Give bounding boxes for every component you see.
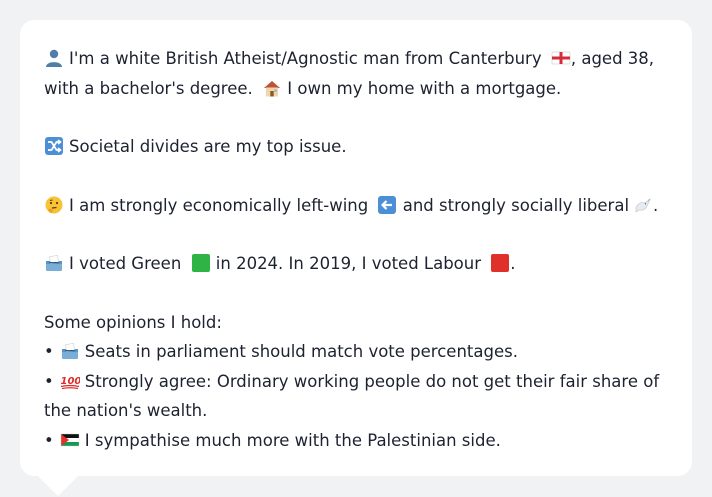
person-icon [44, 48, 64, 68]
ideology-paragraph: I am strongly economically left-wing and… [44, 191, 668, 221]
opinions-heading: Some opinions I hold: [44, 312, 222, 332]
left-arrow-icon [377, 195, 397, 215]
dove-icon [633, 195, 653, 215]
ballot-box-icon [44, 253, 64, 273]
ideology-text-c: . [653, 195, 659, 215]
votes-text-c: . [510, 254, 516, 273]
shuffle-icon [44, 136, 64, 156]
opinion-item: • 100 Strongly agree: Ordinary working p… [44, 367, 668, 397]
votes-text-a: I voted Green [69, 254, 182, 273]
opinion-text: Strongly agree: Ordinary working people … [84, 371, 660, 391]
profile-text-c: with a bachelor's degree. [44, 78, 253, 98]
opinion-item: • I sympathise much more with the Palest… [44, 426, 668, 456]
card-pointer [38, 476, 78, 496]
opinion-card: I'm a white British Atheist/Agnostic man… [20, 20, 692, 476]
thinking-face-icon [44, 195, 64, 215]
issue-paragraph: Societal divides are my top issue. [44, 132, 668, 162]
votes-paragraph: I voted Green in 2024. In 2019, I voted … [44, 249, 668, 279]
votes-text-b: in 2024. In 2019, I voted Labour [215, 254, 482, 273]
bullet: • [44, 371, 54, 391]
profile-line-2: with a bachelor's degree. I own my home … [44, 74, 668, 104]
profile-text-a: I'm a white British Atheist/Agnostic man… [69, 49, 542, 68]
profile-text-b: , aged 38, [570, 49, 655, 68]
profile-paragraph: I'm a white British Atheist/Agnostic man… [44, 44, 668, 103]
opinions-section: Some opinions I hold: • Seats in parliam… [44, 308, 668, 456]
hundred-points-icon: 100 [60, 371, 80, 391]
england-flag-icon [551, 48, 571, 68]
ideology-text-a: I am strongly economically left-wing [69, 195, 369, 215]
house-icon [262, 78, 282, 98]
profile-line-1: I'm a white British Atheist/Agnostic man… [44, 44, 668, 74]
green-square-icon [191, 253, 211, 273]
palestine-flag-icon [60, 430, 80, 450]
opinion-text: Seats in parliament should match vote pe… [84, 342, 518, 361]
opinion-text: I sympathise much more with the Palestin… [84, 430, 501, 450]
ideology-text-b: and strongly socially liberal [402, 195, 630, 215]
ballot-box-icon [60, 341, 80, 361]
bullet: • [44, 342, 54, 361]
issue-text: Societal divides are my top issue. [69, 137, 347, 156]
red-square-icon [490, 253, 510, 273]
bullet: • [44, 430, 54, 450]
opinion-item: • Seats in parliament should match vote … [44, 337, 668, 367]
opinion-text-continued: the nation's wealth. [44, 401, 208, 420]
profile-text-d: I own my home with a mortgage. [287, 78, 562, 98]
